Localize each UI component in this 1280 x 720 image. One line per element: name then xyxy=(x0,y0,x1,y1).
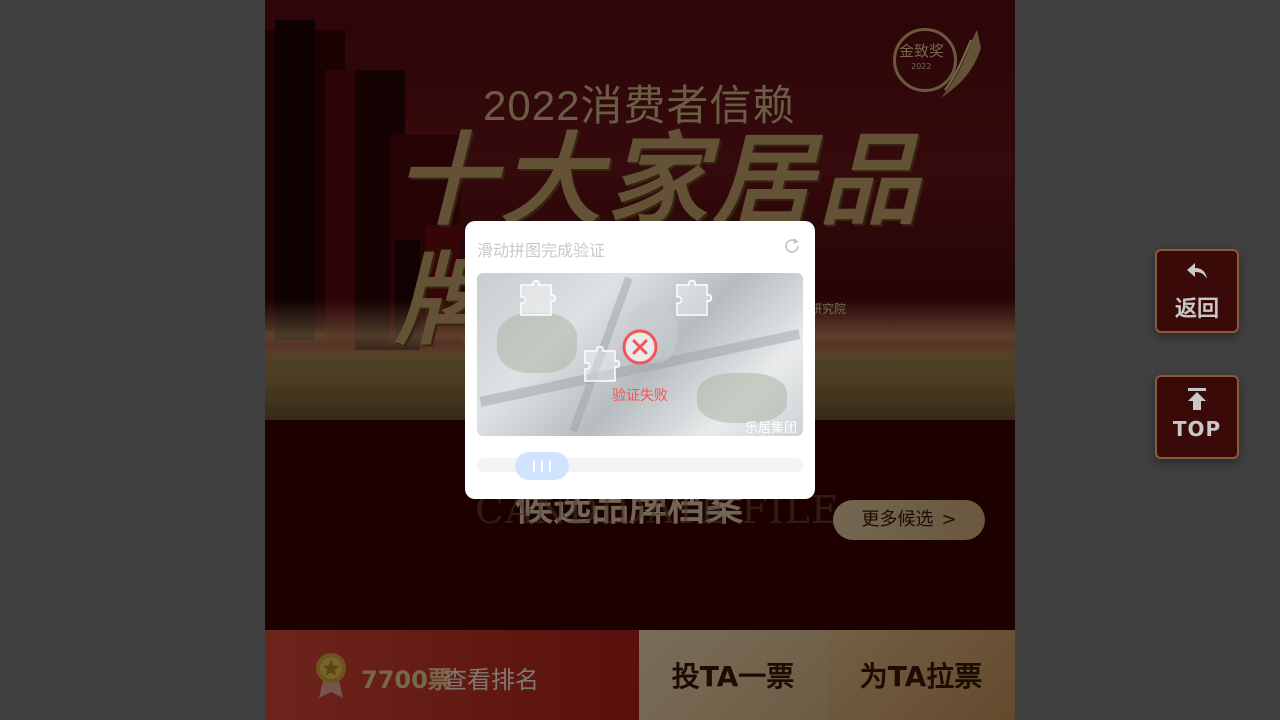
grip-line xyxy=(549,460,551,472)
captcha-dialog: 滑动拼图完成验证 验证失败 乐居集团 xyxy=(465,221,815,499)
image-watermark: 乐居集团 xyxy=(744,421,797,436)
captcha-puzzle-image: 验证失败 乐居集团 xyxy=(477,273,803,436)
back-label: 返回 xyxy=(1174,297,1219,322)
back-to-top-button[interactable]: TOP xyxy=(1155,375,1239,459)
captcha-heading: 滑动拼图完成验证 xyxy=(477,241,606,260)
back-button[interactable]: 返回 xyxy=(1155,249,1239,333)
captcha-error-text: 验证失败 xyxy=(612,388,668,404)
puzzle-piece-icon xyxy=(676,279,713,316)
grip-line xyxy=(533,460,535,472)
map-area xyxy=(497,313,577,373)
arrow-to-top-icon xyxy=(1157,387,1237,413)
grip-line xyxy=(541,460,543,472)
puzzle-piece-icon xyxy=(584,345,621,382)
top-label: TOP xyxy=(1172,417,1222,441)
refresh-icon[interactable] xyxy=(783,237,801,255)
puzzle-piece-icon xyxy=(520,279,557,316)
slider-handle[interactable] xyxy=(515,452,569,480)
back-arrow-icon xyxy=(1157,261,1237,287)
error-x-icon xyxy=(622,329,658,365)
